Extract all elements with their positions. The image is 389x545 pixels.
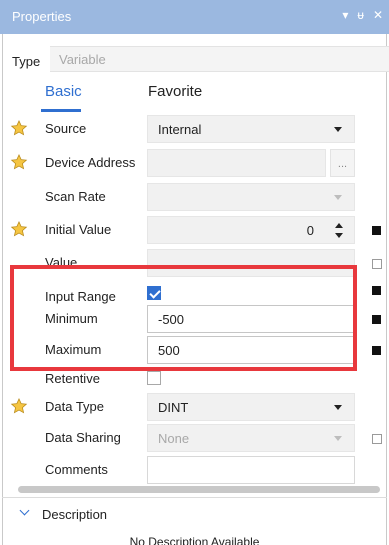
- description-text: No Description Available: [129, 535, 260, 545]
- maximum-input[interactable]: 500: [147, 336, 355, 364]
- property-row-comments: Comments: [0, 453, 389, 487]
- spin-buttons[interactable]: [334, 219, 346, 241]
- properties-titlebar: Properties ▾ ᵾ ✕: [0, 0, 389, 34]
- device-address-input[interactable]: [147, 149, 326, 177]
- initial-value-value: 0: [306, 223, 314, 238]
- tab-favorite[interactable]: Favorite: [148, 83, 202, 100]
- favorite-star-icon[interactable]: [10, 220, 28, 238]
- data-sharing-label: Data Sharing: [45, 430, 121, 445]
- comments-input[interactable]: [147, 456, 355, 484]
- value-indicator[interactable]: [372, 286, 381, 295]
- type-field: Variable: [50, 46, 389, 72]
- value-indicator[interactable]: [372, 226, 381, 235]
- description-expander[interactable]: Description: [0, 505, 389, 527]
- input-range-checkbox[interactable]: [147, 286, 161, 300]
- description-header: Description: [42, 507, 108, 522]
- property-row-minimum: Minimum -500: [0, 302, 389, 336]
- close-icon[interactable]: ✕: [373, 8, 383, 22]
- chevron-down-icon: [19, 505, 30, 516]
- source-label: Source: [45, 121, 87, 136]
- tab-basic[interactable]: Basic: [41, 83, 82, 112]
- property-row-source: Source Internal: [0, 112, 389, 146]
- chevron-up-icon[interactable]: [335, 223, 343, 228]
- data-type-dropdown[interactable]: DINT: [147, 393, 355, 421]
- value-indicator[interactable]: [372, 346, 381, 355]
- type-label: Type: [12, 54, 41, 69]
- property-row-maximum: Maximum 500: [0, 333, 389, 367]
- favorite-star-icon[interactable]: [10, 119, 28, 137]
- chevron-down-icon: [334, 436, 342, 441]
- property-tabs: Basic Favorite: [0, 74, 389, 112]
- data-type-value: DINT: [158, 400, 189, 415]
- minimum-label: Minimum: [45, 311, 98, 326]
- comments-label: Comments: [45, 462, 108, 477]
- scan-rate-dropdown[interactable]: [147, 183, 355, 211]
- property-row-data-type: Data Type DINT: [0, 390, 389, 424]
- value-indicator[interactable]: [372, 315, 381, 324]
- dropdown-icon[interactable]: ▾: [342, 8, 348, 22]
- type-row: Type Variable: [0, 46, 389, 74]
- device-address-label: Device Address: [45, 155, 136, 170]
- pin-icon[interactable]: ᵾ: [357, 8, 364, 22]
- panel-title: Properties: [12, 9, 72, 24]
- value-input[interactable]: [147, 249, 355, 277]
- initial-value-stepper[interactable]: 0: [147, 216, 355, 244]
- scan-rate-label: Scan Rate: [45, 189, 106, 204]
- property-row-data-sharing: Data Sharing None: [0, 421, 389, 455]
- property-row-initial-value: Initial Value 0: [0, 213, 389, 247]
- chevron-down-icon: [334, 405, 342, 410]
- value-indicator[interactable]: [372, 434, 382, 444]
- value-label: Value: [45, 255, 78, 270]
- property-row-scan-rate: Scan Rate: [0, 180, 389, 214]
- retentive-label: Retentive: [45, 371, 100, 386]
- retentive-checkbox[interactable]: [147, 371, 161, 385]
- chevron-down-icon[interactable]: [335, 233, 343, 238]
- favorite-star-icon[interactable]: [10, 153, 28, 171]
- data-sharing-dropdown[interactable]: None: [147, 424, 355, 452]
- horizontal-scrollbar[interactable]: [18, 486, 380, 493]
- maximum-label: Maximum: [45, 342, 102, 357]
- property-row-value: Value: [0, 246, 389, 280]
- section-divider: [2, 497, 387, 498]
- data-sharing-value: None: [158, 431, 190, 446]
- browse-button[interactable]: ...: [330, 149, 355, 177]
- property-row-device-address: Device Address ...: [0, 146, 389, 180]
- chevron-down-icon: [334, 195, 342, 200]
- source-dropdown[interactable]: Internal: [147, 115, 355, 143]
- chevron-down-icon: [334, 127, 342, 132]
- initial-value-label: Initial Value: [45, 222, 112, 237]
- value-indicator[interactable]: [372, 259, 382, 269]
- data-type-label: Data Type: [45, 399, 105, 414]
- minimum-input[interactable]: -500: [147, 305, 355, 333]
- source-value: Internal: [158, 122, 202, 137]
- favorite-star-icon[interactable]: [10, 397, 28, 415]
- titlebar-icons: ▾ ᵾ ✕: [342, 8, 383, 22]
